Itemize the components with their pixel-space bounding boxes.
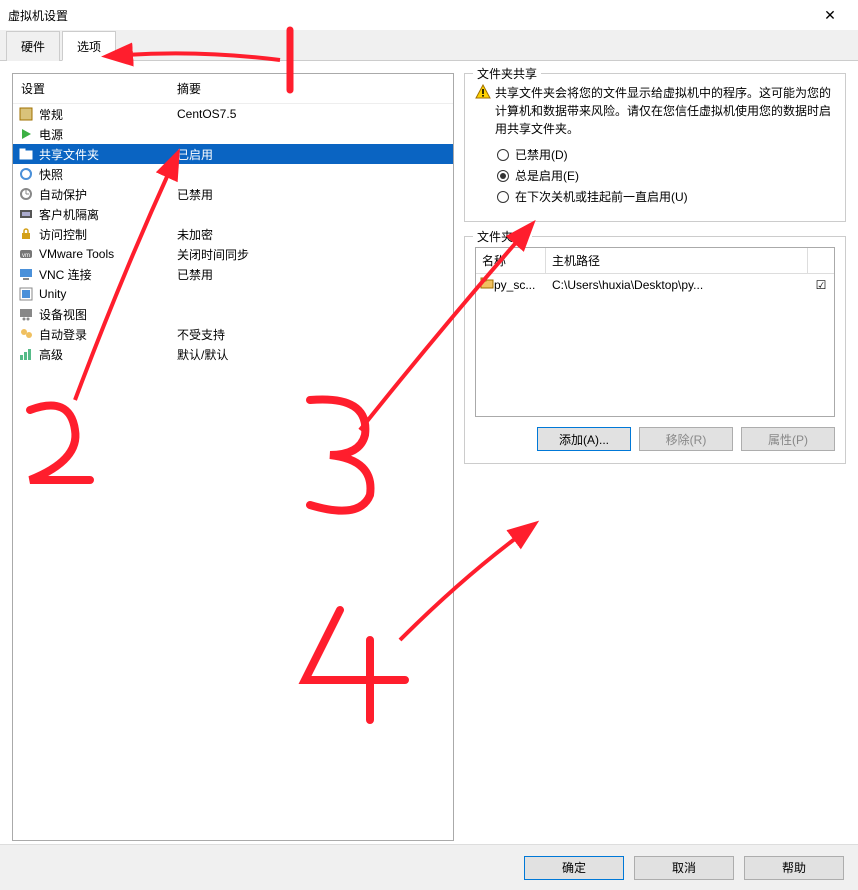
folders-col-name[interactable]: 名称	[476, 248, 546, 273]
folder-path: C:\Users\huxia\Desktop\py...	[546, 278, 808, 292]
advanced-icon	[17, 346, 35, 362]
titlebar: 虚拟机设置 ✕	[0, 0, 858, 30]
svg-text:vm: vm	[22, 253, 30, 259]
properties-button[interactable]: 属性(P)	[741, 427, 835, 451]
settings-row-guest-isolation[interactable]: 客户机隔离	[13, 204, 453, 224]
col-summary[interactable]: 摘要	[177, 80, 449, 97]
autologin-icon	[17, 326, 35, 342]
folders-col-hostpath[interactable]: 主机路径	[546, 248, 808, 273]
snapshot-icon	[17, 166, 35, 182]
settings-row-power[interactable]: 电源	[13, 124, 453, 144]
settings-row-autoprotect[interactable]: 自动保护已禁用	[13, 184, 453, 204]
settings-list[interactable]: 常规CentOS7.5电源共享文件夹已启用快照自动保护已禁用客户机隔离访问控制未…	[13, 104, 453, 840]
cancel-button[interactable]: 取消	[634, 856, 734, 880]
settings-row-summary: 已禁用	[177, 186, 449, 203]
close-icon[interactable]: ✕	[810, 7, 850, 24]
folder-enabled-checkbox[interactable]: ☑	[808, 278, 834, 292]
tab-hardware[interactable]: 硬件	[6, 31, 60, 61]
radio-always-enabled[interactable]: 总是启用(E)	[497, 167, 835, 184]
radio-dot-icon	[497, 191, 509, 203]
settings-panel: 设置 摘要 常规CentOS7.5电源共享文件夹已启用快照自动保护已禁用客户机隔…	[12, 73, 454, 841]
settings-row-name: 电源	[39, 126, 177, 143]
settings-row-name: 自动登录	[39, 326, 177, 343]
folders-list-header: 名称 主机路径	[476, 248, 834, 274]
folder-name: py_sc...	[494, 278, 546, 292]
radio-dot-icon	[497, 170, 509, 182]
settings-row-general[interactable]: 常规CentOS7.5	[13, 104, 453, 124]
warning-row: 共享文件夹会将您的文件显示给虚拟机中的程序。这可能为您的计算机和数据带来风险。请…	[475, 84, 835, 138]
settings-row-advanced[interactable]: 高级默认/默认	[13, 344, 453, 364]
unity-icon	[17, 286, 35, 302]
device-view-icon	[17, 306, 35, 322]
access-control-icon	[17, 226, 35, 242]
settings-row-summary: 关闭时间同步	[177, 246, 449, 263]
ok-button[interactable]: 确定	[524, 856, 624, 880]
folder-icon	[476, 276, 494, 293]
folders-list[interactable]: 名称 主机路径 py_sc...C:\Users\huxia\Desktop\p…	[475, 247, 835, 417]
settings-column-headers: 设置 摘要	[13, 74, 453, 104]
settings-row-device-view[interactable]: 设备视图	[13, 304, 453, 324]
settings-row-autologin[interactable]: 自动登录不受支持	[13, 324, 453, 344]
autoprotect-icon	[17, 186, 35, 202]
folders-list-body[interactable]: py_sc...C:\Users\huxia\Desktop\py...☑	[476, 274, 834, 416]
settings-row-summary: 已启用	[177, 146, 449, 163]
vnc-icon	[17, 266, 35, 282]
window-title: 虚拟机设置	[8, 7, 810, 24]
settings-row-name: 设备视图	[39, 306, 177, 323]
settings-row-name: 高级	[39, 346, 177, 363]
settings-row-name: 自动保护	[39, 186, 177, 203]
settings-row-vmware-tools[interactable]: vm VMware Tools关闭时间同步	[13, 244, 453, 264]
folder-buttons: 添加(A)... 移除(R) 属性(P)	[475, 427, 835, 451]
remove-button[interactable]: 移除(R)	[639, 427, 733, 451]
folder-sharing-title: 文件夹共享	[473, 65, 541, 82]
radio-disabled-label: 已禁用(D)	[515, 146, 568, 163]
folder-sharing-group: 文件夹共享 共享文件夹会将您的文件显示给虚拟机中的程序。这可能为您的计算机和数据…	[464, 73, 846, 222]
radio-always-label: 总是启用(E)	[515, 167, 579, 184]
details-panel: 文件夹共享 共享文件夹会将您的文件显示给虚拟机中的程序。这可能为您的计算机和数据…	[464, 73, 846, 841]
tab-options[interactable]: 选项	[62, 31, 116, 61]
guest-isolation-icon	[17, 206, 35, 222]
warning-icon	[475, 84, 495, 138]
folders-group: 文件夹(F) 名称 主机路径 py_sc...C:\Users\huxia\De…	[464, 236, 846, 464]
settings-row-summary: 未加密	[177, 226, 449, 243]
col-setting[interactable]: 设置	[17, 80, 177, 97]
shared-folder-icon	[17, 146, 35, 162]
radio-until-shutdown-label: 在下次关机或挂起前一直启用(U)	[515, 188, 688, 205]
settings-row-name: 快照	[39, 166, 177, 183]
settings-row-summary: 默认/默认	[177, 346, 449, 363]
add-button[interactable]: 添加(A)...	[537, 427, 631, 451]
settings-row-name: 访问控制	[39, 226, 177, 243]
general-icon	[17, 106, 35, 122]
settings-row-name: VMware Tools	[39, 247, 177, 261]
tab-bar: 硬件 选项	[0, 30, 858, 61]
radio-until-shutdown[interactable]: 在下次关机或挂起前一直启用(U)	[497, 188, 835, 205]
settings-row-vnc[interactable]: VNC 连接已禁用	[13, 264, 453, 284]
radio-disabled[interactable]: 已禁用(D)	[497, 146, 835, 163]
settings-row-summary: CentOS7.5	[177, 107, 449, 121]
settings-row-name: 客户机隔离	[39, 206, 177, 223]
help-button[interactable]: 帮助	[744, 856, 844, 880]
vmware-tools-icon: vm	[17, 246, 35, 262]
settings-row-name: 共享文件夹	[39, 146, 177, 163]
settings-row-access-control[interactable]: 访问控制未加密	[13, 224, 453, 244]
settings-row-unity[interactable]: Unity	[13, 284, 453, 304]
radio-dot-icon	[497, 149, 509, 161]
settings-row-shared-folder[interactable]: 共享文件夹已启用	[13, 144, 453, 164]
content-area: 设置 摘要 常规CentOS7.5电源共享文件夹已启用快照自动保护已禁用客户机隔…	[0, 61, 858, 853]
dialog-buttons: 确定 取消 帮助	[0, 844, 858, 890]
settings-row-snapshot[interactable]: 快照	[13, 164, 453, 184]
power-icon	[17, 126, 35, 142]
folders-group-title: 文件夹(F)	[473, 228, 532, 245]
settings-row-name: VNC 连接	[39, 266, 177, 283]
settings-row-summary: 已禁用	[177, 266, 449, 283]
settings-row-summary: 不受支持	[177, 326, 449, 343]
warning-text: 共享文件夹会将您的文件显示给虚拟机中的程序。这可能为您的计算机和数据带来风险。请…	[495, 84, 835, 138]
folder-row[interactable]: py_sc...C:\Users\huxia\Desktop\py...☑	[476, 274, 834, 295]
settings-row-name: 常规	[39, 106, 177, 123]
settings-row-name: Unity	[39, 287, 177, 301]
folders-col-enabled	[808, 248, 834, 273]
